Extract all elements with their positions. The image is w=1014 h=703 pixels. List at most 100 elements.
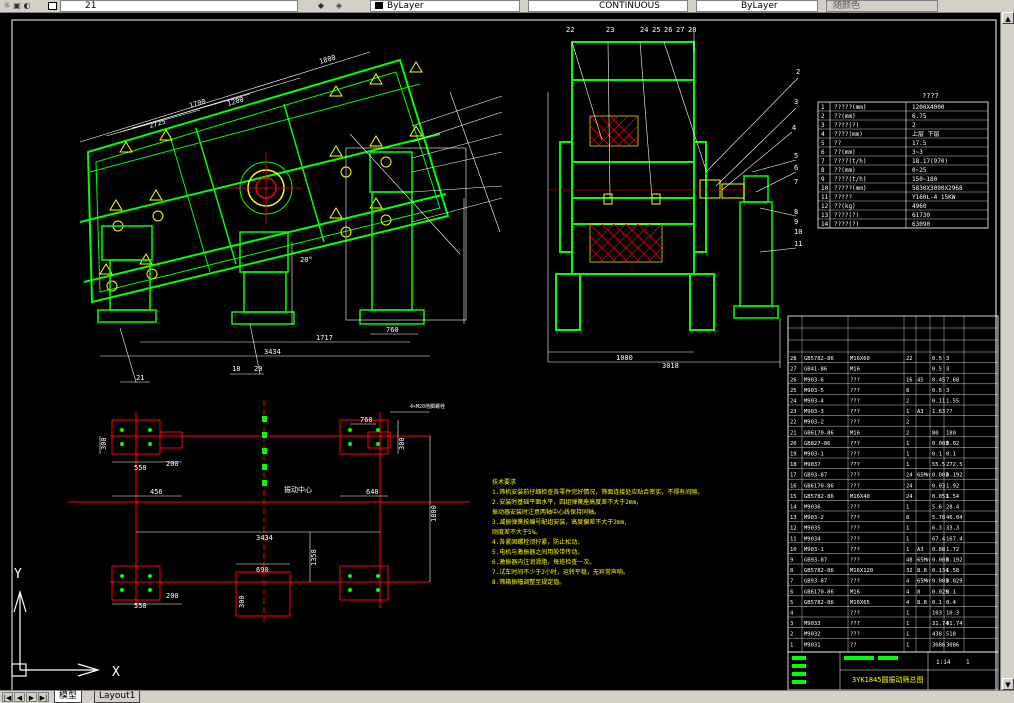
table-cell: GB827-86: [804, 441, 831, 447]
color-swatch-icon: [375, 2, 383, 9]
layer-icon[interactable]: ☼: [2, 1, 12, 10]
table-cell: 167.4: [946, 536, 963, 542]
table-cell: 11: [790, 536, 797, 542]
table-cell: 4: [790, 611, 794, 617]
part-number: 3: [794, 98, 798, 106]
table-cell: M903-2: [804, 420, 824, 426]
table-cell: ???: [850, 409, 860, 415]
last-tab-icon[interactable]: ▶|: [38, 692, 49, 702]
table-cell: 3086: [946, 642, 959, 648]
table-cell: 4: [906, 589, 910, 595]
dim-label: 200: [166, 592, 179, 600]
layer-states-icon[interactable]: ◈: [334, 1, 344, 10]
params-cell: Y160L-4 15KW: [912, 194, 956, 201]
table-cell: 3: [946, 388, 949, 394]
table-cell: 65Mn: [917, 473, 930, 479]
table-cell: 65Mn: [917, 579, 930, 585]
table-cell: 6: [790, 589, 793, 595]
scroll-up-icon[interactable]: ▲: [1002, 12, 1014, 24]
table-cell: 0.1: [946, 589, 956, 595]
table-cell: M9032: [804, 632, 821, 638]
table-cell: 0.6: [932, 388, 942, 394]
params-cell: 5830X3090X2968: [912, 185, 963, 192]
table-cell: ???: [850, 441, 860, 447]
note-line: 8.筛箱振幅调整至规定值。: [492, 578, 565, 586]
table-cell: 2: [906, 420, 909, 426]
table-cell: 1: [906, 441, 909, 447]
table-cell: GB93-87: [804, 579, 827, 585]
ucs-y-label: Y: [14, 567, 22, 582]
dim-label: 1800: [430, 505, 438, 522]
tab-layout1[interactable]: Layout1: [94, 691, 141, 703]
layout-tab-bar: |◀ ◀ ▶ ▶| 模型 Layout1: [0, 690, 1014, 703]
table-cell: 0.1: [932, 452, 942, 458]
table-cell: ???: [850, 536, 860, 542]
table-cell: ???: [850, 621, 860, 627]
table-cell: 4: [906, 579, 910, 585]
plotstyle-dropdown[interactable]: 随颜色: [826, 0, 938, 12]
params-cell: 14: [821, 221, 829, 228]
color-dropdown[interactable]: ByLayer: [370, 0, 520, 12]
table-cell: A3: [917, 547, 924, 553]
table-cell: 1: [906, 409, 909, 415]
layer-dropdown[interactable]: 21: [60, 0, 298, 12]
prev-tab-icon[interactable]: ◀: [14, 692, 25, 702]
notes-title: 技术要求: [492, 478, 516, 486]
scroll-down-icon[interactable]: ▼: [1002, 678, 1014, 690]
table-cell: 3: [790, 621, 793, 627]
table-cell: 438: [932, 632, 942, 638]
table-cell: 8: [917, 589, 920, 595]
table-cell: M9037: [804, 462, 821, 468]
params-cell: 7: [821, 158, 825, 165]
table-cell: M9036: [804, 505, 821, 511]
lineweight-dropdown[interactable]: ByLayer: [696, 0, 818, 12]
table-cell: 1: [906, 526, 909, 532]
table-cell: ???: [850, 611, 860, 617]
table-cell: 180: [946, 430, 956, 436]
tab-model[interactable]: 模型: [54, 691, 83, 703]
next-tab-icon[interactable]: ▶: [26, 692, 37, 702]
params-cell: ????(?): [834, 221, 859, 228]
lock-icon[interactable]: ▣: [12, 1, 22, 10]
first-tab-icon[interactable]: |◀: [2, 692, 13, 702]
side-details: [548, 179, 752, 205]
table-cell: ???: [850, 483, 860, 489]
table-cell: 80: [932, 430, 939, 436]
table-cell: M903-1: [804, 547, 824, 553]
params-cell: 0~25: [912, 167, 927, 174]
table-cell: 1.54: [946, 494, 960, 500]
part-number: 21: [136, 374, 144, 382]
table-cell: 28.4: [946, 505, 960, 511]
table-cell: 16: [790, 483, 797, 489]
part-number: 23: [606, 26, 614, 34]
table-cell: M9035: [804, 526, 821, 532]
table-cell: 28: [790, 356, 797, 362]
table-cell: 10.3: [946, 611, 959, 617]
sun-icon[interactable]: ◐: [22, 1, 32, 10]
layer-previous-icon[interactable]: ◆: [316, 1, 326, 10]
vertical-scrollbar[interactable]: ▲ ▼: [1000, 12, 1014, 690]
table-cell: 45: [917, 377, 924, 383]
linetype-dropdown[interactable]: CONTINUOUS: [528, 0, 688, 12]
table-cell: M16: [850, 367, 860, 373]
table-cell: 1.58: [946, 568, 959, 574]
note-line: 1.筛机安装前仔细检查各零件完好情况，筛面连接处应贴合密实，不得有间隙。: [492, 488, 703, 496]
table-cell: 10: [790, 547, 797, 553]
params-cell: ??(mm): [834, 167, 856, 174]
ucs-x-label: X: [112, 665, 120, 680]
params-cell: 150~180: [912, 176, 938, 183]
params-cell: ????(t/h): [834, 158, 867, 165]
dim-label: 300: [398, 437, 406, 450]
layer-color-swatch-icon[interactable]: [48, 2, 57, 10]
foundation-plan: 550 200 456 640 3434 690 550 200 1800 13…: [68, 400, 470, 622]
table-cell: 7.68: [946, 377, 959, 383]
drawing-canvas[interactable]: 1800 1700 1200 2725 1717 760 3434 18 20 …: [0, 12, 1000, 690]
table-cell: ???: [850, 420, 860, 426]
table-cell: 4: [906, 600, 910, 606]
table-cell: ???: [850, 377, 860, 383]
table-cell: A3: [917, 409, 924, 415]
params-cell: ?????: [834, 194, 852, 201]
table-cell: 31.74: [946, 621, 963, 627]
table-cell: 1: [906, 536, 909, 542]
table-cell: M903-3: [804, 409, 824, 415]
